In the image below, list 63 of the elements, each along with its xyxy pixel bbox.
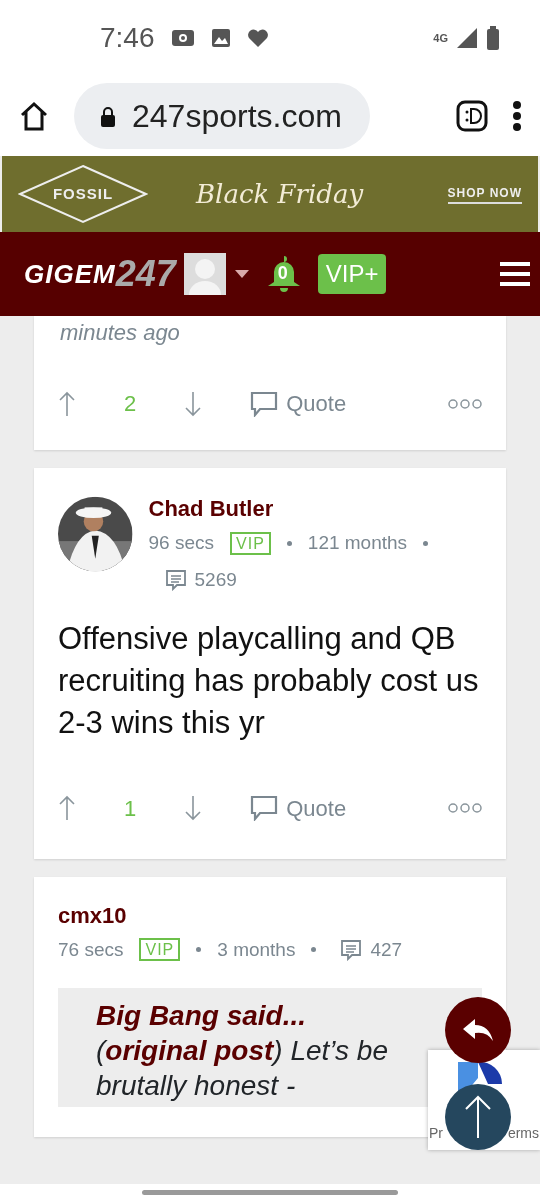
heart-icon — [246, 28, 269, 48]
notification-count: 0 — [277, 264, 288, 284]
vote-count: 1 — [124, 794, 137, 823]
home-icon — [18, 100, 50, 132]
upvote-icon[interactable] — [58, 390, 76, 417]
member-tenure: 121 months — [307, 531, 408, 555]
home-button[interactable] — [18, 100, 50, 132]
separator-dot — [286, 540, 292, 546]
lock-icon — [100, 105, 116, 127]
vote-count: 2 — [124, 390, 137, 418]
upvote-icon[interactable] — [58, 795, 76, 822]
post-count: 5269 — [194, 567, 237, 592]
vip-badge: VIP — [230, 531, 271, 555]
ad-banner[interactable]: FOSSIL Black Friday SHOP NOW — [2, 156, 538, 232]
menu-button[interactable] — [512, 100, 522, 132]
caret-icon[interactable] — [233, 269, 250, 279]
site-logo[interactable]: GIGEM — [24, 254, 116, 294]
avatar-icon[interactable] — [183, 253, 226, 295]
quote-icon — [250, 390, 279, 417]
recaptcha-link[interactable]: erms — [507, 1126, 539, 1140]
ad-link[interactable]: SHOP NOW — [447, 184, 522, 204]
downvote-icon[interactable] — [184, 795, 203, 822]
arrow-up-icon — [464, 1095, 492, 1139]
site-logo-number: 247 — [115, 252, 176, 296]
quoted-text: (original post) Let’s be brutally honest - — [96, 1034, 389, 1104]
reply-icon — [461, 1017, 495, 1043]
quote-icon — [250, 795, 279, 822]
separator-dot — [423, 540, 429, 546]
more-icon — [512, 100, 522, 132]
quote-button[interactable]: Quote — [250, 387, 347, 420]
quote-button[interactable]: Quote — [250, 791, 347, 825]
post-time: 96 secs — [148, 531, 214, 555]
more-icon[interactable] — [448, 397, 482, 410]
downvote-icon[interactable] — [184, 390, 203, 417]
signal-icon — [456, 27, 478, 49]
post-count: 427 — [370, 937, 403, 962]
vip-badge: VIP — [139, 938, 181, 962]
more-icon[interactable] — [448, 802, 482, 815]
recaptcha-link[interactable]: Pr — [429, 1126, 443, 1140]
tabs-icon — [456, 100, 488, 132]
menu-button[interactable] — [500, 261, 530, 287]
home-indicator[interactable] — [142, 1189, 398, 1195]
post-time: 76 secs — [58, 937, 124, 962]
image-icon — [210, 28, 231, 48]
network-label: 4G — [433, 30, 448, 46]
ad-brand: FOSSIL — [52, 183, 114, 204]
post-meta: minutes ago — [60, 319, 180, 347]
comment-icon — [164, 568, 187, 591]
status-time: 7:46 — [100, 21, 155, 55]
post-text: Offensive playcalling and QB recruiting has probably cost us 2-3 wins this yr — [57, 620, 480, 742]
comment-icon — [340, 938, 363, 961]
ad-headline: Black Friday — [196, 177, 364, 211]
author-name[interactable]: Chad Butler — [148, 492, 482, 525]
quoted-author[interactable]: Big Bang said... — [96, 998, 307, 1034]
separator-dot — [196, 947, 202, 953]
member-tenure: 3 months — [217, 937, 296, 962]
author-name[interactable]: cmx10 — [58, 898, 482, 932]
diamond-icon — [18, 164, 148, 224]
address-bar[interactable]: 247sports.com — [74, 83, 370, 149]
battery-icon — [486, 26, 500, 50]
separator-dot — [311, 947, 317, 953]
menu-icon — [500, 261, 530, 287]
tab-switcher-button[interactable] — [456, 100, 488, 132]
